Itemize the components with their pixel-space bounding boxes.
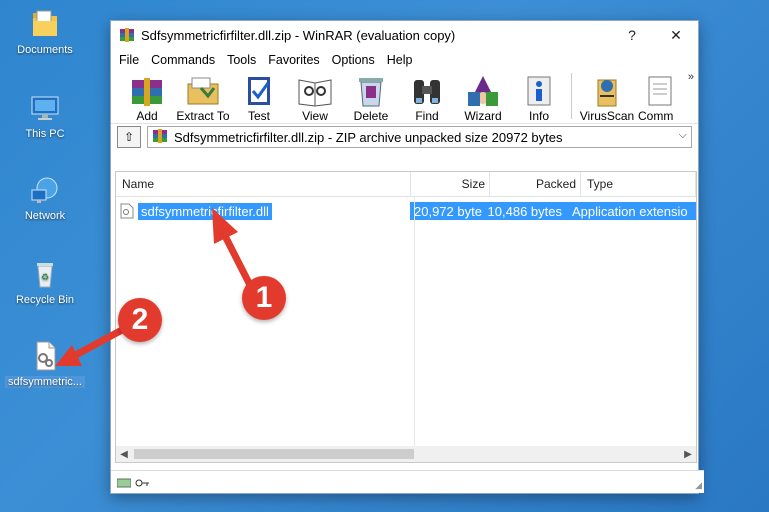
info-icon xyxy=(520,74,558,108)
desktop-icon-network[interactable]: Network xyxy=(5,174,85,222)
menu-file[interactable]: File xyxy=(113,53,145,67)
find-button[interactable]: Find xyxy=(399,71,455,123)
dll-file-icon xyxy=(29,340,61,372)
help-button[interactable]: ? xyxy=(610,21,654,49)
winrar-app-icon xyxy=(119,27,135,43)
column-divider xyxy=(414,196,415,446)
file-row[interactable]: sdfsymmetricfirfilter.dll 20,972 byte 10… xyxy=(116,201,696,221)
desktop-icon-label: sdfsymmetric... xyxy=(5,376,85,388)
chevron-down-icon[interactable]: ⌵ xyxy=(679,129,687,142)
column-header-type[interactable]: Type xyxy=(581,172,696,196)
info-button[interactable]: Info xyxy=(511,71,567,123)
test-button[interactable]: Test xyxy=(231,71,287,123)
desktop-icon-label: Recycle Bin xyxy=(15,294,75,306)
desktop-icon-documents[interactable]: Documents xyxy=(5,8,85,56)
comment-icon xyxy=(641,74,679,108)
up-folder-button[interactable]: ⇧ xyxy=(117,126,141,148)
file-type: Application extensio xyxy=(566,202,696,220)
view-label: View xyxy=(302,109,328,123)
window-title: Sdfsymmetricfirfilter.dll.zip - WinRAR (… xyxy=(141,27,456,43)
key-icon[interactable] xyxy=(135,477,149,487)
extract-to-label: Extract To xyxy=(176,109,230,123)
wizard-button[interactable]: Wizard xyxy=(455,71,511,123)
scroll-left-icon[interactable]: ◀ xyxy=(116,449,132,460)
desktop-icon-this-pc[interactable]: This PC xyxy=(5,92,85,140)
menu-favorites[interactable]: Favorites xyxy=(262,53,325,67)
winrar-window: Sdfsymmetricfirfilter.dll.zip - WinRAR (… xyxy=(110,20,704,494)
annotation-badge-2: 2 xyxy=(118,298,162,342)
svg-text:♻: ♻ xyxy=(41,272,49,282)
toolbar-overflow-icon[interactable]: » xyxy=(688,71,694,83)
folder-icon xyxy=(29,8,61,40)
resize-grip-icon[interactable]: ◢ xyxy=(695,480,702,491)
menu-bar: File Commands Tools Favorites Options He… xyxy=(111,49,698,71)
desktop-icon-label: Network xyxy=(24,210,66,222)
up-arrow-icon: ⇧ xyxy=(123,130,135,144)
desktop-icon-label: Documents xyxy=(17,44,73,56)
sort-indicator-icon: ⌃ xyxy=(259,171,267,178)
toolbar: Add Extract To Test View Delete Find Wiz… xyxy=(111,71,698,123)
status-bar: ◢ xyxy=(111,470,704,493)
address-field[interactable]: Sdfsymmetricfirfilter.dll.zip - ZIP arch… xyxy=(147,126,692,148)
drive-icon[interactable] xyxy=(116,477,132,488)
comment-button[interactable]: Comm xyxy=(638,71,682,123)
test-label: Test xyxy=(247,109,270,123)
file-name-cell: sdfsymmetricfirfilter.dll xyxy=(116,202,410,220)
virusscan-icon xyxy=(588,74,626,108)
dll-file-icon xyxy=(120,203,134,219)
menu-commands[interactable]: Commands xyxy=(145,53,221,67)
menu-tools[interactable]: Tools xyxy=(221,53,262,67)
wizard-icon xyxy=(464,74,502,108)
comment-label: Comm xyxy=(638,109,674,123)
monitor-icon xyxy=(29,92,61,124)
close-button[interactable]: ✕ xyxy=(654,21,698,49)
delete-button[interactable]: Delete xyxy=(343,71,399,123)
test-icon xyxy=(240,74,278,108)
menu-options[interactable]: Options xyxy=(326,53,381,67)
column-header-packed[interactable]: Packed xyxy=(490,172,581,196)
network-icon xyxy=(29,174,61,206)
extract-icon xyxy=(184,74,222,108)
menu-help[interactable]: Help xyxy=(381,53,419,67)
file-packed: 10,486 bytes xyxy=(482,202,566,220)
scroll-track[interactable] xyxy=(132,449,680,459)
horizontal-scrollbar[interactable]: ◀ ▶ xyxy=(116,446,696,462)
list-header: ⌃ Name Size Packed Type xyxy=(116,172,696,197)
view-button[interactable]: View xyxy=(287,71,343,123)
wizard-label: Wizard xyxy=(464,109,502,123)
add-button[interactable]: Add xyxy=(119,71,175,123)
binoculars-icon xyxy=(408,74,446,108)
add-label: Add xyxy=(136,109,158,123)
desktop-icon-dll-file[interactable]: sdfsymmetric... xyxy=(5,340,85,388)
file-size: 20,972 byte xyxy=(410,202,482,220)
delete-icon xyxy=(352,74,390,108)
info-label: Info xyxy=(528,109,549,123)
extract-to-button[interactable]: Extract To xyxy=(175,71,231,123)
view-icon xyxy=(296,74,334,108)
add-archive-icon xyxy=(128,74,166,108)
file-name: sdfsymmetricfirfilter.dll xyxy=(138,202,272,220)
desktop-icon-recycle-bin[interactable]: ♻ Recycle Bin xyxy=(5,258,85,306)
file-list: ⌃ Name Size Packed Type sdfsymmetricfirf… xyxy=(115,171,697,463)
toolbar-separator xyxy=(571,73,572,119)
address-bar: ⇧ Sdfsymmetricfirfilter.dll.zip - ZIP ar… xyxy=(111,123,698,150)
virusscan-label: VirusScan xyxy=(579,109,635,123)
recycle-bin-icon: ♻ xyxy=(29,258,61,290)
address-text: Sdfsymmetricfirfilter.dll.zip - ZIP arch… xyxy=(174,129,563,145)
desktop-icon-label: This PC xyxy=(25,128,65,140)
scroll-right-icon[interactable]: ▶ xyxy=(680,449,696,460)
virusscan-button[interactable]: VirusScan xyxy=(576,71,638,123)
column-header-size[interactable]: Size xyxy=(411,172,490,196)
annotation-badge-1: 1 xyxy=(242,276,286,320)
title-bar[interactable]: Sdfsymmetricfirfilter.dll.zip - WinRAR (… xyxy=(111,21,698,49)
find-label: Find xyxy=(415,109,439,123)
archive-icon xyxy=(152,128,168,146)
delete-label: Delete xyxy=(353,109,389,123)
scroll-thumb[interactable] xyxy=(134,449,414,459)
